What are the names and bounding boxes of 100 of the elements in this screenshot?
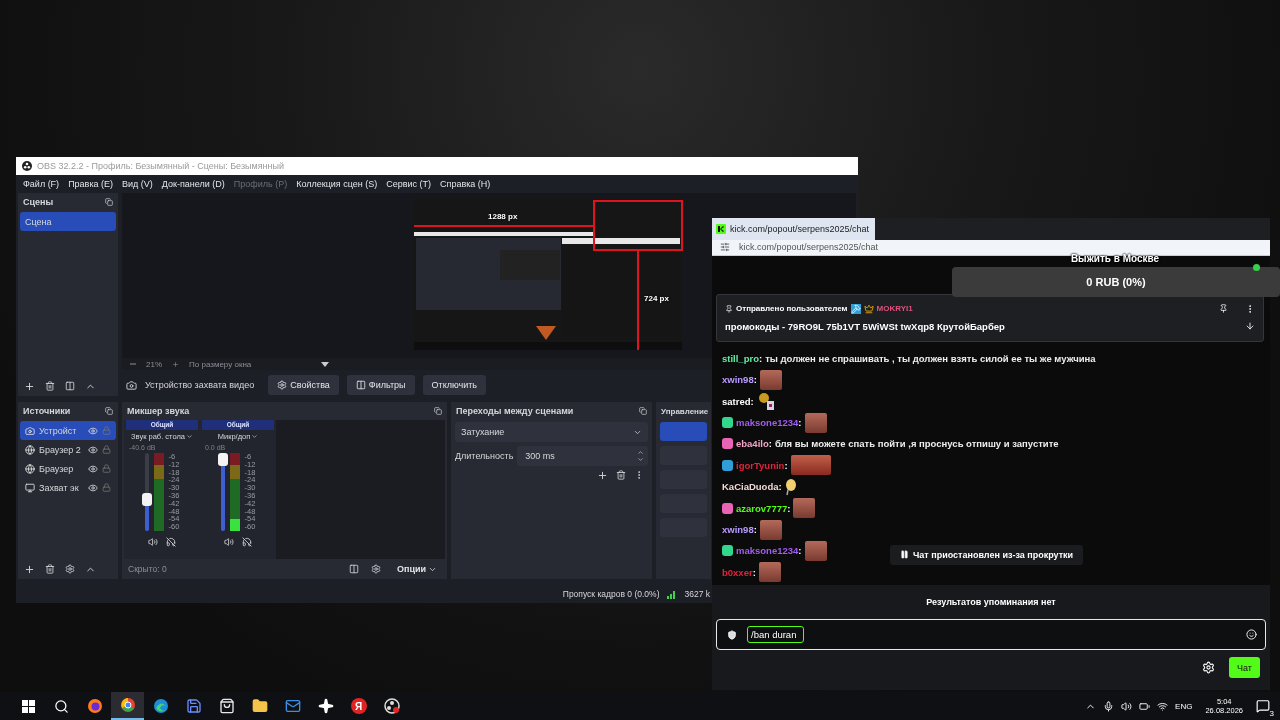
undock-icon[interactable] — [639, 407, 647, 415]
eye-icon[interactable] — [88, 482, 98, 493]
scene-item[interactable]: Сцена — [20, 212, 116, 231]
microphone-icon[interactable] — [1103, 700, 1115, 712]
signal-icon — [667, 589, 677, 599]
trash-icon[interactable] — [616, 470, 626, 480]
pause-icon — [900, 550, 909, 560]
volume-slider-thumb[interactable] — [217, 453, 228, 466]
lock-icon[interactable] — [102, 483, 111, 492]
duration-field[interactable]: 300 ms — [517, 446, 648, 466]
username[interactable]: satred — [722, 395, 751, 407]
menu-item[interactable]: Файл (F) — [23, 179, 60, 189]
add-icon[interactable] — [597, 470, 608, 481]
selection-box[interactable] — [593, 200, 683, 251]
monitor-icon — [25, 482, 35, 493]
menu-item[interactable]: Правка (E) — [68, 179, 114, 189]
taskbar-button[interactable] — [111, 692, 144, 720]
globe-icon — [25, 444, 35, 455]
browser-tab[interactable]: kick.com/popout/serpens2025/chat — [712, 218, 876, 240]
username: MOKRYI1 — [876, 304, 914, 314]
dropdown-caret-icon[interactable] — [321, 361, 330, 367]
settings-icon[interactable] — [1202, 661, 1216, 674]
menu-item[interactable]: Вид (V) — [122, 179, 153, 189]
undock-icon[interactable] — [105, 407, 113, 415]
record-app-icon[interactable] — [383, 698, 400, 714]
site-settings-icon[interactable] — [720, 242, 730, 253]
add-icon[interactable] — [24, 563, 35, 575]
decrement-icon[interactable] — [637, 456, 644, 463]
eye-icon[interactable] — [88, 425, 98, 436]
round-browser-icon[interactable] — [119, 697, 136, 713]
speaker-icon[interactable] — [224, 537, 234, 547]
username[interactable]: b0xxer — [722, 566, 753, 578]
undock-icon[interactable] — [105, 198, 113, 206]
fox-browser-icon[interactable] — [86, 698, 103, 714]
command-field[interactable]: /ban duran — [747, 626, 804, 643]
egg-emote-icon — [784, 477, 797, 496]
eye-icon[interactable] — [88, 463, 98, 474]
dropped-frames: Пропуск кадров 0 (0.0%) — [562, 589, 660, 599]
username[interactable]: xwin98 — [722, 524, 754, 535]
wave-browser-icon[interactable] — [152, 698, 169, 714]
sparkle-icon[interactable] — [317, 698, 334, 714]
source-item[interactable]: Устройст — [20, 421, 116, 440]
separator: : — [778, 481, 782, 493]
trash-icon[interactable] — [45, 381, 55, 391]
shopping-bag-icon[interactable] — [218, 698, 235, 714]
headphones-icon[interactable] — [242, 537, 252, 547]
menu-item[interactable]: Сервис (T) — [386, 179, 432, 189]
arrow-down-icon[interactable] — [1245, 321, 1255, 332]
transition-select[interactable]: Затухание — [455, 422, 648, 442]
layout-icon[interactable] — [348, 564, 359, 574]
options-button[interactable]: Опции — [392, 564, 441, 574]
zoom-mode-select[interactable]: По размеру окна — [189, 359, 252, 369]
emoji-icon[interactable] — [1246, 629, 1257, 640]
battery-icon[interactable] — [1139, 700, 1151, 712]
height-label: 724 px — [644, 294, 669, 303]
pinned-text: промокоды - 79RO9L 75b1VT 5WiWSt twXqp8 КрутойБарбер — [725, 320, 1006, 332]
increment-icon[interactable] — [637, 449, 644, 456]
separator: : — [768, 438, 772, 450]
settings-icon[interactable] — [370, 564, 381, 574]
panel-title: Управление — [661, 406, 709, 416]
eye-icon[interactable] — [88, 444, 98, 455]
username[interactable]: eba4ilo — [736, 438, 769, 450]
send-button[interactable]: Чат — [1229, 657, 1260, 678]
undock-icon[interactable] — [434, 407, 442, 415]
lock-icon[interactable] — [102, 464, 111, 473]
headphones-icon[interactable] — [166, 537, 176, 547]
mail-icon[interactable] — [284, 698, 301, 714]
zoom-in-icon[interactable] — [172, 360, 179, 368]
toolbar-button[interactable]: Свойства — [268, 375, 339, 395]
separator: : — [753, 374, 757, 386]
search-icon[interactable] — [54, 698, 69, 714]
speaker-icon[interactable] — [1121, 700, 1133, 712]
panel-title: Источники — [23, 406, 71, 416]
zoom-level: 21% — [146, 359, 162, 369]
volume-slider-thumb[interactable] — [141, 493, 152, 507]
camera-icon — [126, 379, 137, 391]
source-item[interactable]: Захват эк — [20, 478, 116, 497]
menu-item[interactable]: Коллекция сцен (S) — [296, 179, 378, 189]
add-icon[interactable] — [24, 380, 35, 392]
chat-paused-notice[interactable]: Чат приостановлен из-за прокрутки — [890, 544, 1084, 565]
trash-icon[interactable] — [45, 564, 55, 574]
lock-icon[interactable] — [102, 445, 111, 454]
toolbar-button[interactable]: Отключить — [422, 375, 487, 395]
source-item[interactable]: Браузер — [20, 459, 116, 478]
unpin-icon[interactable] — [1219, 304, 1228, 314]
source-item[interactable]: Браузер 2 — [20, 440, 116, 459]
toolbar-button[interactable]: Фильтры — [346, 375, 415, 395]
folder-icon[interactable] — [251, 698, 268, 714]
menu-item[interactable]: Док-панели (D) — [161, 179, 225, 189]
separator: : — [758, 352, 763, 364]
menu-item[interactable]: Справка (H) — [440, 179, 491, 189]
language-indicator[interactable]: ENG — [1175, 701, 1193, 711]
username[interactable]: still_pro — [722, 352, 759, 364]
taskbar-button[interactable]: Я — [342, 692, 375, 720]
windows-start-icon[interactable] — [22, 699, 35, 713]
settings-icon[interactable] — [65, 564, 75, 574]
username[interactable]: xwin98 — [722, 374, 754, 386]
wifi-icon[interactable] — [1157, 700, 1169, 712]
browser-logo[interactable]: Я — [350, 698, 367, 714]
speaker-icon[interactable] — [148, 537, 158, 547]
